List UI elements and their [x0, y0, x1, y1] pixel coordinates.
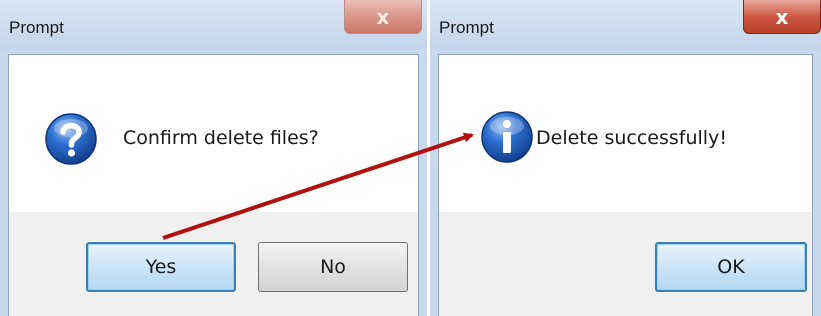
question-icon	[45, 113, 97, 165]
dialog-title: Prompt	[9, 18, 64, 37]
ok-button[interactable]: OK	[655, 242, 807, 292]
yes-button-label: Yes	[145, 256, 177, 278]
close-icon: x	[775, 4, 789, 29]
no-button-label: No	[320, 256, 346, 278]
confirm-dialog: Prompt x Confirm delete files? Yes No	[0, 0, 427, 316]
confirm-dialog-titlebar[interactable]: Prompt x	[0, 0, 427, 50]
info-icon	[481, 111, 533, 163]
close-icon: x	[376, 4, 390, 29]
no-button[interactable]: No	[258, 242, 408, 292]
close-button[interactable]: x	[743, 0, 821, 34]
close-button[interactable]: x	[344, 0, 422, 34]
info-dialog: Prompt x Delete successfully! OK	[430, 0, 821, 316]
dialog-message: Delete successfully!	[536, 127, 727, 149]
yes-button[interactable]: Yes	[86, 242, 236, 292]
info-dialog-titlebar[interactable]: Prompt x	[430, 0, 821, 50]
dialog-message: Confirm delete files?	[123, 127, 319, 149]
dialog-title: Prompt	[439, 18, 494, 37]
ok-button-label: OK	[717, 256, 745, 278]
